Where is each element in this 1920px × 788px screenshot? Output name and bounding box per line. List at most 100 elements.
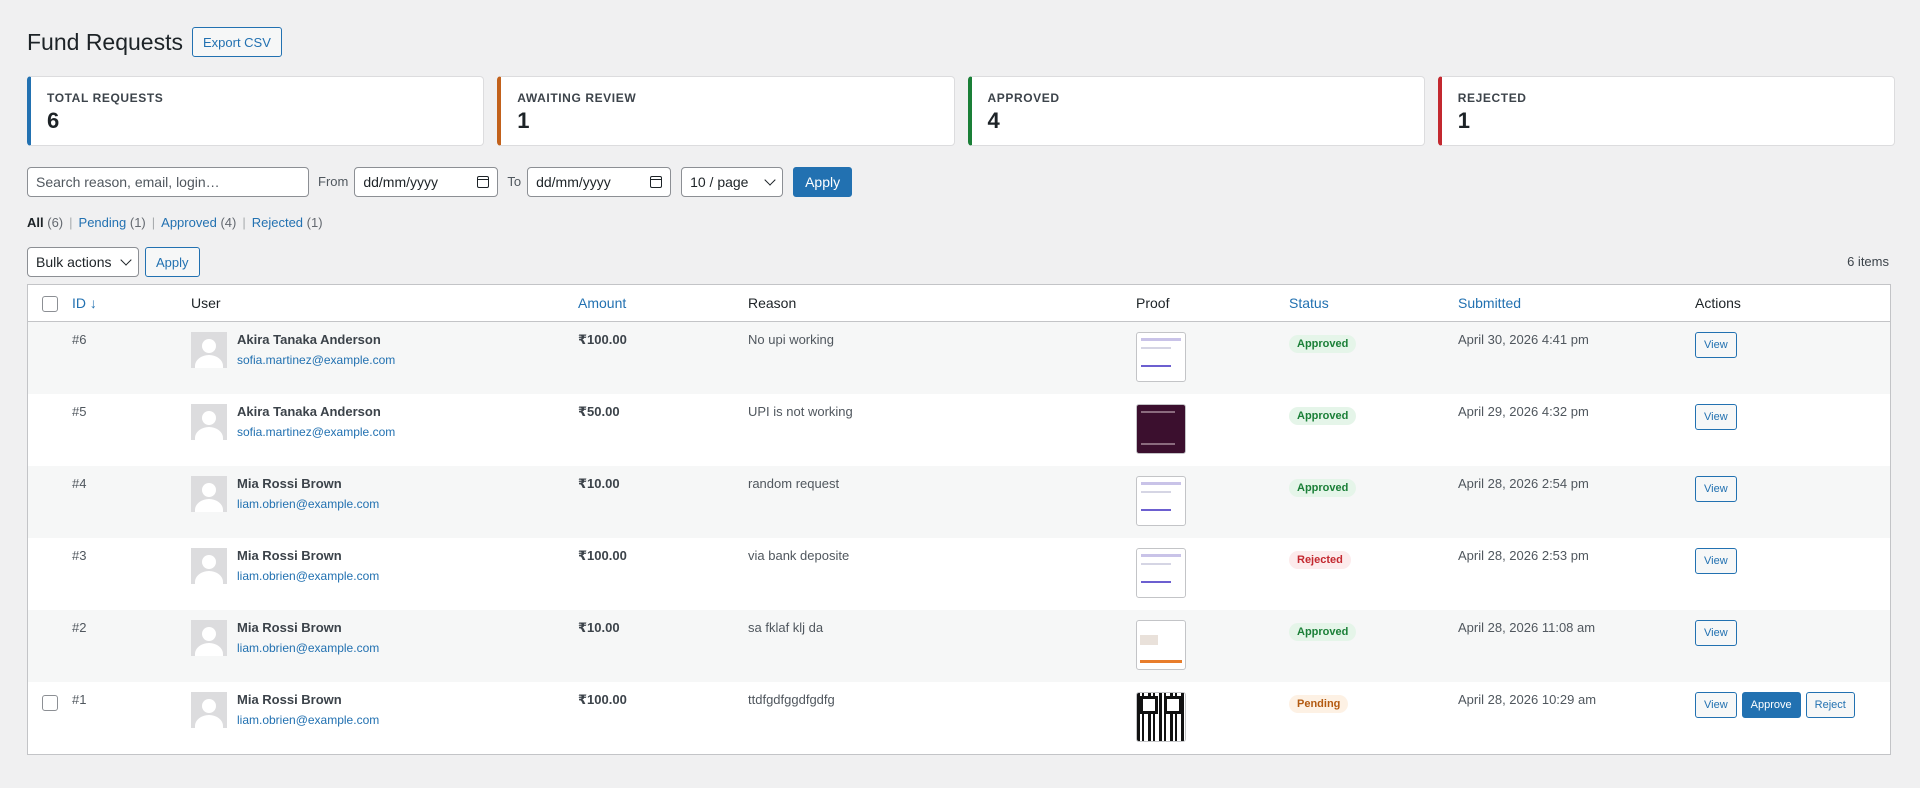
from-date-input[interactable]: dd/mm/yyyy xyxy=(354,166,499,197)
reason: No upi working xyxy=(748,332,834,347)
user-cell: Mia Rossi Brown liam.obrien@example.com xyxy=(191,692,578,728)
from-label: From xyxy=(318,174,349,189)
fund-requests-page: Fund Requests Export CSV TOTAL REQUESTS … xyxy=(27,24,1895,769)
to-date-value: dd/mm/yyyy xyxy=(536,173,611,190)
table-row: #2 Mia Rossi Brown liam.obrien@example.co… xyxy=(28,610,1890,682)
status-badge: Approved xyxy=(1289,407,1357,425)
user-email-link[interactable]: liam.obrien@example.com xyxy=(237,569,379,583)
proof-thumbnail[interactable] xyxy=(1136,548,1186,598)
stat-label: AWAITING REVIEW xyxy=(517,91,637,105)
row-id: #4 xyxy=(72,476,87,491)
user-cell: Mia Rossi Brown liam.obrien@example.com xyxy=(191,620,578,656)
user-cell: Akira Tanaka Anderson sofia.martinez@exam… xyxy=(191,404,578,440)
search-input[interactable]: Search reason, email, login… xyxy=(27,166,309,197)
column-user: User xyxy=(191,295,221,311)
reject-button[interactable]: Reject xyxy=(1805,692,1855,718)
stat-value: 1 xyxy=(1457,108,1470,133)
view-button[interactable]: View xyxy=(1695,332,1737,358)
reason: via bank deposite xyxy=(748,548,850,563)
row-checkbox-cell xyxy=(28,322,72,394)
divider: | xyxy=(242,214,246,230)
column-actions: Actions xyxy=(1695,295,1741,311)
calendar-icon[interactable] xyxy=(477,175,490,188)
user-email-link[interactable]: sofia.martinez@example.com xyxy=(237,425,395,439)
row-checkbox-cell xyxy=(28,538,72,610)
view-approved-count: (4) xyxy=(220,214,237,230)
to-label: To xyxy=(507,174,522,189)
user-email-link[interactable]: sofia.martinez@example.com xyxy=(237,353,395,367)
stat-card-awaiting: AWAITING REVIEW 1 xyxy=(497,76,955,146)
submitted-date: April 28, 2026 2:53 pm xyxy=(1458,548,1589,563)
view-button[interactable]: View xyxy=(1695,692,1737,718)
to-date-input[interactable]: dd/mm/yyyy xyxy=(527,166,672,197)
user-name: Mia Rossi Brown xyxy=(237,692,342,707)
filter-bar: Search reason, email, login… From dd/mm/… xyxy=(27,164,1895,199)
row-checkbox-cell xyxy=(28,394,72,466)
user-cell: Akira Tanaka Anderson sofia.martinez@exam… xyxy=(191,332,578,368)
status-views: All (6) | Pending (1) | Approved (4) | R… xyxy=(27,213,1895,231)
row-id: #2 xyxy=(72,620,87,635)
row-checkbox-cell xyxy=(28,466,72,538)
view-button[interactable]: View xyxy=(1695,548,1737,574)
select-all-checkbox[interactable] xyxy=(42,296,58,312)
proof-thumbnail[interactable] xyxy=(1136,332,1186,382)
status-badge: Pending xyxy=(1289,695,1349,713)
column-status[interactable]: Status xyxy=(1289,295,1458,311)
view-pending[interactable]: Pending xyxy=(79,215,127,230)
stat-card-total: TOTAL REQUESTS 6 xyxy=(27,76,485,146)
submitted-date: April 30, 2026 4:41 pm xyxy=(1458,332,1589,347)
calendar-icon[interactable] xyxy=(650,175,663,188)
requests-table: ID ↓ User Amount Reason Proof Status Sub… xyxy=(27,284,1891,755)
column-amount[interactable]: Amount xyxy=(578,295,748,311)
avatar xyxy=(191,692,227,728)
amount: ₹100.00 xyxy=(578,548,627,563)
view-rejected-count: (1) xyxy=(306,214,323,230)
row-checkbox[interactable] xyxy=(42,695,58,711)
view-pending-count: (1) xyxy=(129,214,146,230)
approve-button[interactable]: Approve xyxy=(1741,692,1801,718)
stat-label: APPROVED xyxy=(987,91,1060,105)
user-email-link[interactable]: liam.obrien@example.com xyxy=(237,713,379,727)
submitted-date: April 28, 2026 11:08 am xyxy=(1458,620,1596,635)
view-button[interactable]: View xyxy=(1695,476,1737,502)
column-id[interactable]: ID ↓ xyxy=(72,295,191,311)
user-email-link[interactable]: liam.obrien@example.com xyxy=(237,641,379,655)
user-cell: Mia Rossi Brown liam.obrien@example.com xyxy=(191,476,578,512)
column-proof: Proof xyxy=(1136,295,1170,311)
bulk-actions-value: Bulk actions xyxy=(36,254,112,270)
status-badge: Rejected xyxy=(1289,551,1351,569)
stat-value: 6 xyxy=(47,108,60,133)
proof-thumbnail[interactable] xyxy=(1136,692,1186,742)
proof-thumbnail[interactable] xyxy=(1136,476,1186,526)
reason: UPI is not working xyxy=(748,404,853,419)
proof-thumbnail[interactable] xyxy=(1136,404,1186,454)
view-button[interactable]: View xyxy=(1695,620,1737,646)
row-checkbox-cell xyxy=(28,682,72,754)
view-button[interactable]: View xyxy=(1695,404,1737,430)
user-email-link[interactable]: liam.obrien@example.com xyxy=(237,497,379,511)
amount: ₹50.00 xyxy=(578,404,620,419)
avatar xyxy=(191,332,227,368)
view-rejected[interactable]: Rejected xyxy=(252,215,303,230)
chevron-down-icon xyxy=(120,254,132,266)
avatar xyxy=(191,620,227,656)
reason: sa fklaf klj da xyxy=(748,620,824,635)
bulk-actions-select[interactable]: Bulk actions xyxy=(27,247,139,277)
view-approved[interactable]: Approved xyxy=(161,215,217,230)
view-all[interactable]: All xyxy=(27,215,44,230)
user-name: Mia Rossi Brown xyxy=(237,620,342,635)
per-page-select[interactable]: 10 / page xyxy=(681,166,784,197)
avatar xyxy=(191,548,227,584)
filter-apply-button[interactable]: Apply xyxy=(793,166,853,197)
user-name: Mia Rossi Brown xyxy=(237,548,342,563)
user-name: Mia Rossi Brown xyxy=(237,476,342,491)
avatar xyxy=(191,404,227,440)
reason: random request xyxy=(748,476,840,491)
select-all-cell xyxy=(28,294,72,312)
table-nav: Bulk actions Apply 6 items xyxy=(27,246,1895,278)
column-submitted[interactable]: Submitted xyxy=(1458,295,1695,311)
bulk-apply-button[interactable]: Apply xyxy=(145,247,200,277)
proof-thumbnail[interactable] xyxy=(1136,620,1186,670)
stat-label: REJECTED xyxy=(1457,91,1527,105)
export-csv-button[interactable]: Export CSV xyxy=(191,27,282,57)
